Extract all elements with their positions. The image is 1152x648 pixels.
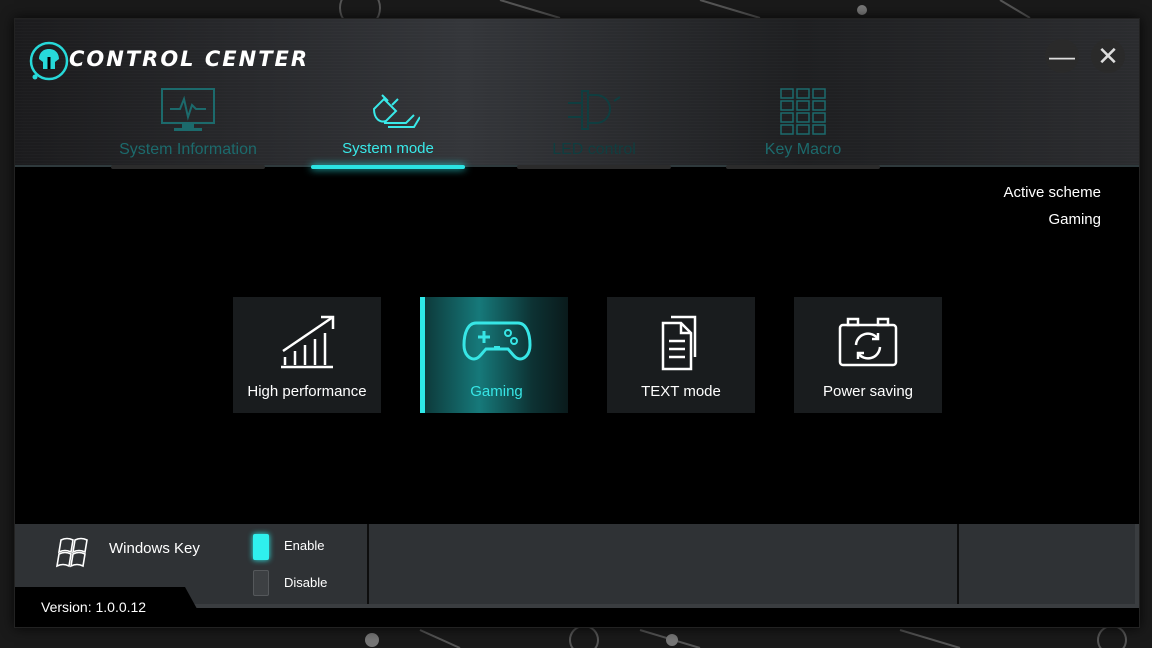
tab-label: System Information — [119, 141, 257, 158]
app-logo-icon — [29, 41, 69, 81]
power-plug-icon — [372, 94, 420, 128]
minimize-icon: — — [1049, 41, 1075, 71]
battery-cycle-icon — [838, 317, 898, 367]
tab-key-macro[interactable]: Key Macro — [718, 87, 888, 169]
enable-label: Enable — [284, 538, 325, 553]
windows-key-enable-toggle[interactable] — [253, 534, 269, 560]
tab-label: Key Macro — [764, 141, 842, 158]
chart-up-icon — [281, 315, 335, 369]
windows-key-label: Windows Key — [109, 540, 200, 557]
document-icon — [661, 315, 697, 371]
tab-led-control[interactable]: LED control — [509, 87, 679, 169]
keypad-icon — [780, 88, 826, 135]
version-badge: Version: 1.0.0.12 — [15, 587, 207, 627]
mode-high-performance[interactable]: High performance — [233, 297, 381, 413]
mode-gaming[interactable]: Gaming — [420, 297, 568, 413]
windows-logo-icon — [55, 537, 88, 568]
minimize-button[interactable]: — — [1045, 39, 1079, 73]
mode-text[interactable]: TEXT mode — [607, 297, 755, 413]
disable-label: Disable — [284, 575, 328, 590]
tab-underline — [726, 165, 880, 169]
tab-system-information[interactable]: System Information — [103, 87, 273, 169]
tab-label: LED control — [552, 141, 636, 158]
led-bulb-icon — [568, 90, 621, 130]
mode-label: Gaming — [470, 383, 523, 400]
bottom-panel-middle — [369, 524, 957, 604]
windows-key-disable-toggle[interactable] — [253, 570, 269, 596]
monitor-icon — [161, 88, 215, 131]
mode-label: High performance — [247, 383, 367, 400]
bottom-panel-right — [959, 524, 1135, 604]
close-icon: ✕ — [1097, 41, 1119, 71]
version-text: Version: 1.0.0.12 — [41, 599, 147, 615]
active-scheme-panel: Active scheme Gaming — [1003, 179, 1101, 233]
control-center-window: CONTROL CENTER — ✕ System Information Sy… — [14, 18, 1140, 628]
mode-label: Power saving — [822, 383, 914, 400]
tab-underline-active — [311, 165, 465, 169]
close-button[interactable]: ✕ — [1091, 39, 1125, 73]
mode-label: TEXT mode — [641, 383, 721, 400]
active-scheme-value: Gaming — [1048, 211, 1101, 228]
gamepad-icon — [461, 321, 532, 361]
mode-power-saving[interactable]: Power saving — [794, 297, 942, 413]
title-bar: CONTROL CENTER — ✕ System Information Sy… — [15, 19, 1139, 169]
tab-label: System mode — [342, 140, 434, 157]
tab-system-mode[interactable]: System mode — [303, 87, 473, 169]
tab-underline — [111, 165, 265, 169]
active-scheme-title: Active scheme — [1003, 184, 1101, 201]
tab-underline — [517, 165, 671, 169]
app-title: CONTROL CENTER — [69, 47, 310, 71]
